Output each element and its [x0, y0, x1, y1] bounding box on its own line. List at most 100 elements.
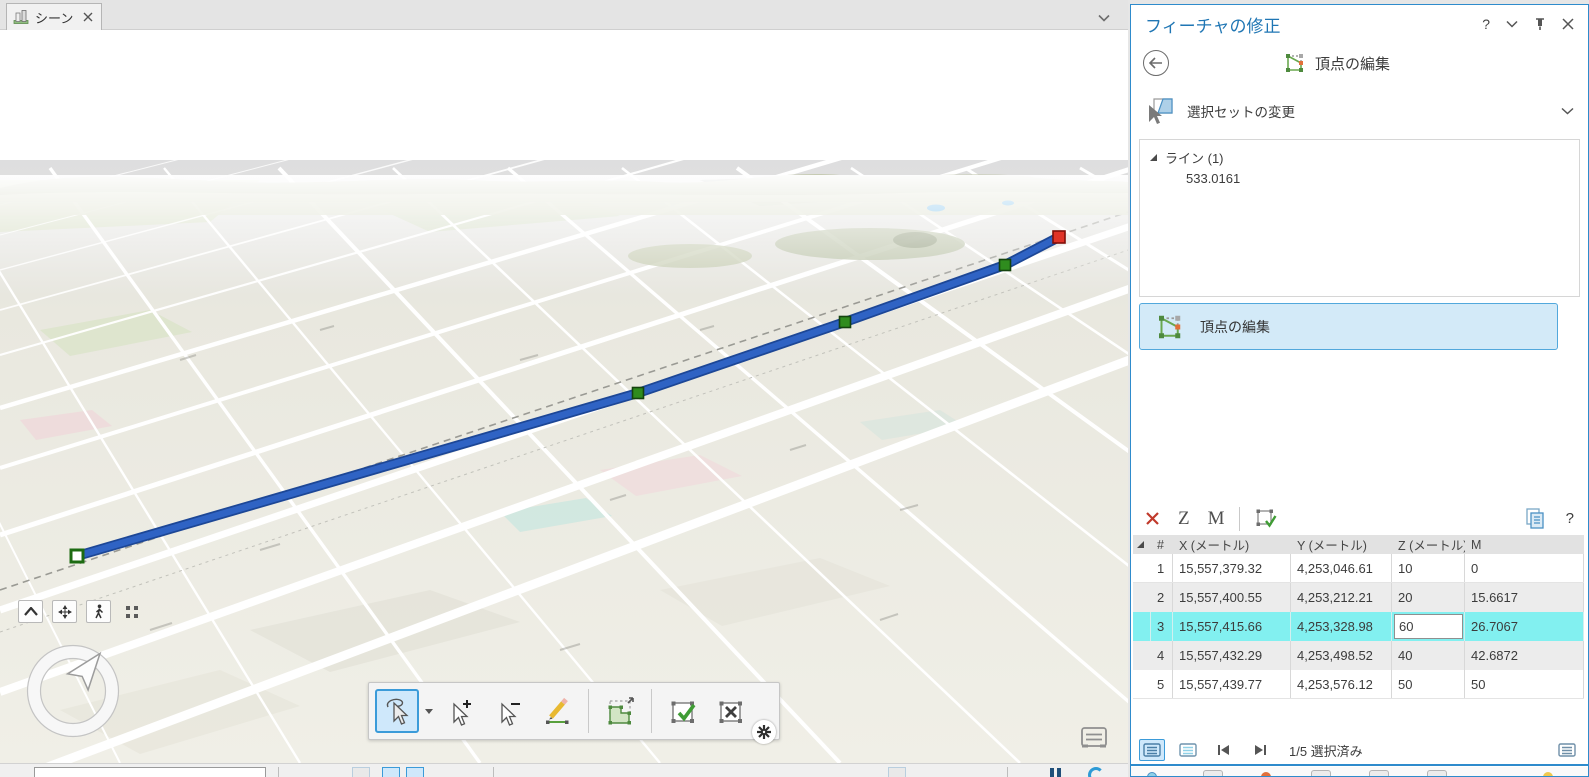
vertex-nav-bar: 1/5 選択済み [1131, 736, 1588, 764]
vertex-handle-mid[interactable] [633, 388, 644, 399]
vertex-row-5[interactable]: 5 15,557,439.77 4,253,576.12 50 50 [1133, 670, 1584, 699]
select-tool-dropdown-caret[interactable] [423, 709, 435, 714]
table-expand-icon[interactable] [1137, 541, 1144, 548]
edit-vertices-tool-button[interactable]: 頂点の編集 [1139, 303, 1558, 350]
clipped-icon[interactable] [1427, 770, 1447, 777]
change-selection-icon [1145, 97, 1175, 125]
select-lasso-tool-button[interactable] [375, 689, 419, 733]
clipped-edit-toolbar [1131, 767, 1588, 777]
grid-view-button[interactable] [1175, 739, 1201, 761]
pane-pin-icon[interactable] [1534, 17, 1546, 31]
sketch-options-gear-icon[interactable] [752, 720, 776, 744]
vertex-row-3-selected[interactable]: 3 15,557,415.66 4,253,328.98 26.7067 [1133, 612, 1584, 641]
vertex-row-2[interactable]: 2 15,557,400.55 4,253,212.21 20 15.6617 [1133, 583, 1584, 612]
toolbar-grip-dots[interactable] [126, 606, 138, 618]
previous-vertex-button[interactable] [1211, 739, 1237, 761]
change-selection-section[interactable]: 選択セットの変更 [1131, 93, 1588, 129]
scene-3d-icon [13, 9, 29, 25]
arcgis-pro-window: シーン [0, 0, 1589, 777]
sky [0, 30, 1128, 180]
tree-item-feature[interactable]: 533.0161 [1140, 167, 1579, 186]
tree-parent-label: ライン (1) [1165, 148, 1224, 167]
tree-child-label: 533.0161 [1186, 171, 1240, 186]
cancel-sketch-button[interactable] [709, 689, 753, 733]
z-value-input[interactable] [1394, 614, 1463, 639]
tool-subheader: 頂点の編集 [1131, 43, 1588, 83]
scale-stretch-tool-button[interactable] [598, 689, 642, 733]
tab-close-icon[interactable] [83, 12, 93, 22]
tab-label: シーン [35, 8, 73, 27]
walk-tool-button[interactable] [86, 600, 111, 623]
clipped-icon[interactable] [1147, 772, 1157, 777]
toggle-m-button[interactable]: M [1208, 509, 1225, 528]
selection-tree: ライン (1) 533.0161 [1139, 139, 1580, 297]
add-to-selection-button[interactable] [439, 689, 483, 733]
scene-3d-map [0, 30, 1128, 763]
change-selection-label: 選択セットの変更 [1187, 101, 1295, 121]
drawer-dock-icon[interactable] [1078, 724, 1110, 757]
tab-list-chevron-icon[interactable] [1098, 9, 1110, 27]
tree-item-line[interactable]: ライン (1) [1140, 140, 1579, 167]
pane-header: フィーチャの修正 ? [1131, 5, 1588, 43]
col-y[interactable]: Y (メートル) [1291, 535, 1392, 554]
snapping-button[interactable] [888, 767, 906, 777]
add-view-button[interactable] [406, 767, 424, 777]
edit-vertices-pencil-button[interactable] [535, 689, 579, 733]
table-menu-button[interactable] [1554, 739, 1580, 761]
col-m[interactable]: M [1465, 535, 1584, 554]
layout-grid-button[interactable] [352, 767, 370, 777]
compass-control[interactable] [24, 642, 122, 740]
finish-sketch-button[interactable] [661, 689, 705, 733]
edit-vertices-icon [1152, 312, 1186, 342]
col-num[interactable]: # [1151, 535, 1173, 554]
clipped-icon[interactable] [1369, 770, 1389, 777]
modify-features-pane: フィーチャの修正 ? [1130, 4, 1589, 777]
col-z[interactable]: Z (メートル) [1392, 535, 1465, 554]
toggle-z-button[interactable]: Z [1178, 509, 1190, 528]
pane-accent-divider [1131, 764, 1588, 766]
remove-from-selection-button[interactable] [487, 689, 531, 733]
vertex-row-1[interactable]: 1 15,557,379.32 4,253,046.61 10 0 [1133, 554, 1584, 583]
next-vertex-button[interactable] [1247, 739, 1273, 761]
vertex-handle-mid[interactable] [840, 317, 851, 328]
section-chevron-icon[interactable] [1561, 107, 1574, 115]
view-tab-bar: シーン [0, 0, 1128, 30]
pane-help-button[interactable]: ? [1482, 16, 1490, 32]
edit-feature-toolbar [368, 682, 780, 740]
clipped-icon[interactable] [1543, 772, 1553, 777]
pane-close-icon[interactable] [1562, 18, 1574, 30]
map-region: シーン [0, 0, 1128, 777]
scene-nav-controls [18, 600, 138, 623]
finish-sketch-small-button[interactable] [1254, 507, 1278, 531]
map-status-bar [0, 763, 1128, 777]
vertex-handle-start[interactable] [71, 550, 83, 562]
table-help-button[interactable]: ? [1566, 510, 1574, 527]
scene-viewport[interactable] [0, 30, 1128, 763]
vertex-handle-mid[interactable] [1000, 260, 1011, 271]
selection-status: 1/5 選択済み [1289, 741, 1363, 760]
edit-vertices-icon [1281, 51, 1307, 75]
list-view-button[interactable] [1139, 739, 1165, 761]
tree-expand-icon[interactable] [1150, 154, 1157, 161]
clipped-icon[interactable] [1203, 770, 1223, 777]
pane-collapse-chevron-icon[interactable] [1506, 20, 1518, 28]
tab-scene[interactable]: シーン [6, 3, 102, 30]
edit-vertices-tool-label: 頂点の編集 [1200, 317, 1270, 337]
delete-vertex-button[interactable] [1145, 511, 1160, 526]
refresh-icon[interactable] [1088, 767, 1104, 777]
vertex-table-header: # X (メートル) Y (メートル) Z (メートル) M [1133, 535, 1584, 554]
scale-combobox[interactable] [34, 767, 266, 777]
heading-up-button[interactable] [18, 600, 43, 623]
copy-vertices-button[interactable] [1524, 507, 1546, 531]
col-x[interactable]: X (メートル) [1173, 535, 1291, 554]
pan-tool-button[interactable] [52, 600, 77, 623]
vertex-handle-end[interactable] [1053, 231, 1065, 243]
toolbar-separator [651, 689, 652, 733]
back-button[interactable] [1143, 50, 1169, 76]
toolbar-separator [588, 689, 589, 733]
clipped-icon[interactable] [1311, 770, 1331, 777]
clipped-icon[interactable] [1261, 772, 1271, 777]
vertex-row-4[interactable]: 4 15,557,432.29 4,253,498.52 40 42.6872 [1133, 641, 1584, 670]
pause-drawing-icon[interactable] [1050, 768, 1062, 777]
view-mode-button[interactable] [382, 767, 400, 777]
